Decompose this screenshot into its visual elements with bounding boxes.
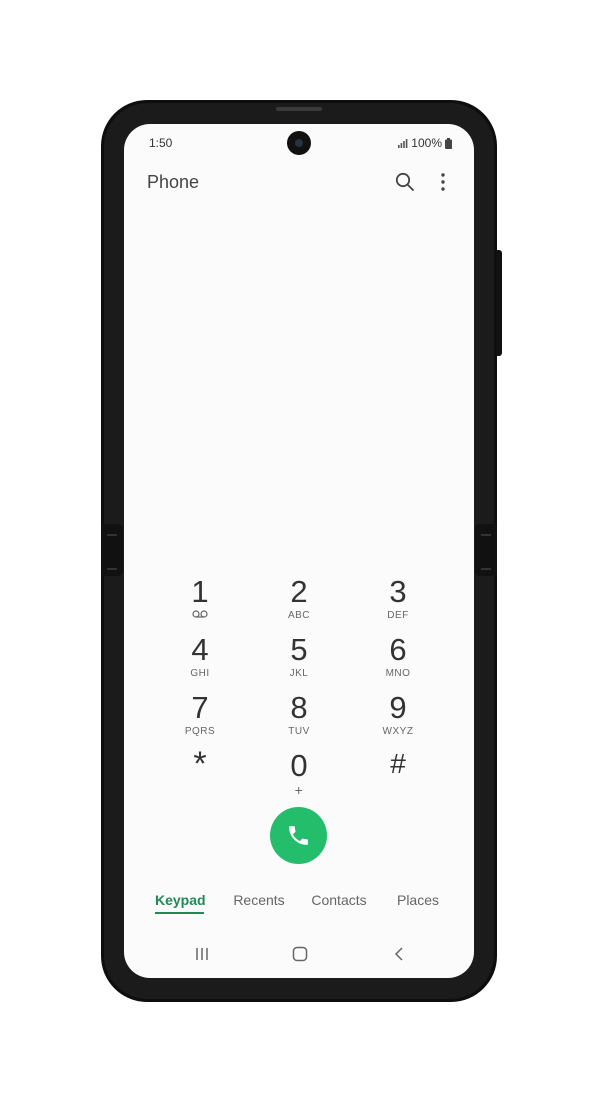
search-icon[interactable] xyxy=(394,171,416,193)
key-letters: TUV xyxy=(288,726,310,737)
battery-icon xyxy=(445,137,452,149)
earpiece-slot xyxy=(276,107,322,111)
tab-recents[interactable]: Recents xyxy=(229,892,289,908)
front-camera xyxy=(287,131,311,155)
key-digit: 8 xyxy=(290,690,308,725)
key-8[interactable]: 8 TUV xyxy=(264,691,334,745)
key-digit: * xyxy=(193,745,207,783)
key-5[interactable]: 5 JKL xyxy=(264,633,334,687)
key-letters: PQRS xyxy=(184,726,216,737)
key-star[interactable]: * xyxy=(165,747,235,801)
recents-nav-icon[interactable] xyxy=(194,946,210,967)
key-letters: DEF xyxy=(387,610,409,621)
back-nav-icon[interactable] xyxy=(392,946,408,967)
key-digit: 2 xyxy=(290,574,308,609)
hinge-left xyxy=(101,524,123,576)
voicemail-icon xyxy=(165,610,235,618)
key-1[interactable]: 1 xyxy=(165,575,235,629)
key-digit: 3 xyxy=(389,574,407,609)
tab-active-indicator xyxy=(155,912,204,914)
key-digit: 9 xyxy=(389,690,407,725)
home-nav-icon[interactable] xyxy=(292,946,308,967)
tab-contacts[interactable]: Contacts xyxy=(306,892,372,908)
key-letters: + xyxy=(294,782,304,798)
key-9[interactable]: 9 WXYZ xyxy=(363,691,433,745)
key-letters: ABC xyxy=(287,610,311,621)
key-6[interactable]: 6 MNO xyxy=(363,633,433,687)
hinge-right xyxy=(475,524,497,576)
key-digit: # xyxy=(390,748,406,779)
more-options-icon[interactable] xyxy=(432,171,454,193)
key-4[interactable]: 4 GHI xyxy=(165,633,235,687)
key-digit: 7 xyxy=(191,690,209,725)
key-letters: WXYZ xyxy=(382,726,414,737)
key-letters: JKL xyxy=(289,668,309,679)
side-button xyxy=(496,250,502,356)
status-indicators: 100% xyxy=(398,136,452,150)
key-digit: 5 xyxy=(290,632,308,667)
key-digit: 6 xyxy=(389,632,407,667)
key-digit: 1 xyxy=(191,574,209,609)
key-digit: 4 xyxy=(191,632,209,667)
call-button[interactable] xyxy=(270,807,327,864)
key-hash[interactable]: # xyxy=(363,747,433,801)
key-0[interactable]: 0 + xyxy=(264,749,334,803)
status-time: 1:50 xyxy=(149,136,173,150)
tab-keypad[interactable]: Keypad xyxy=(155,892,206,908)
key-3[interactable]: 3 DEF xyxy=(363,575,433,629)
key-letters: GHI xyxy=(190,668,210,679)
key-7[interactable]: 7 PQRS xyxy=(165,691,235,745)
tab-places[interactable]: Places xyxy=(392,892,444,908)
key-2[interactable]: 2 ABC xyxy=(264,575,334,629)
battery-percent: 100% xyxy=(411,136,442,150)
app-title: Phone xyxy=(147,172,200,192)
signal-icon xyxy=(398,138,408,148)
key-letters: MNO xyxy=(385,668,411,679)
phone-screen: 1:50 100% Phone 1 2 ABC 3 DEF 4 GHI 5 JK… xyxy=(124,124,474,978)
key-digit: 0 xyxy=(290,748,308,783)
